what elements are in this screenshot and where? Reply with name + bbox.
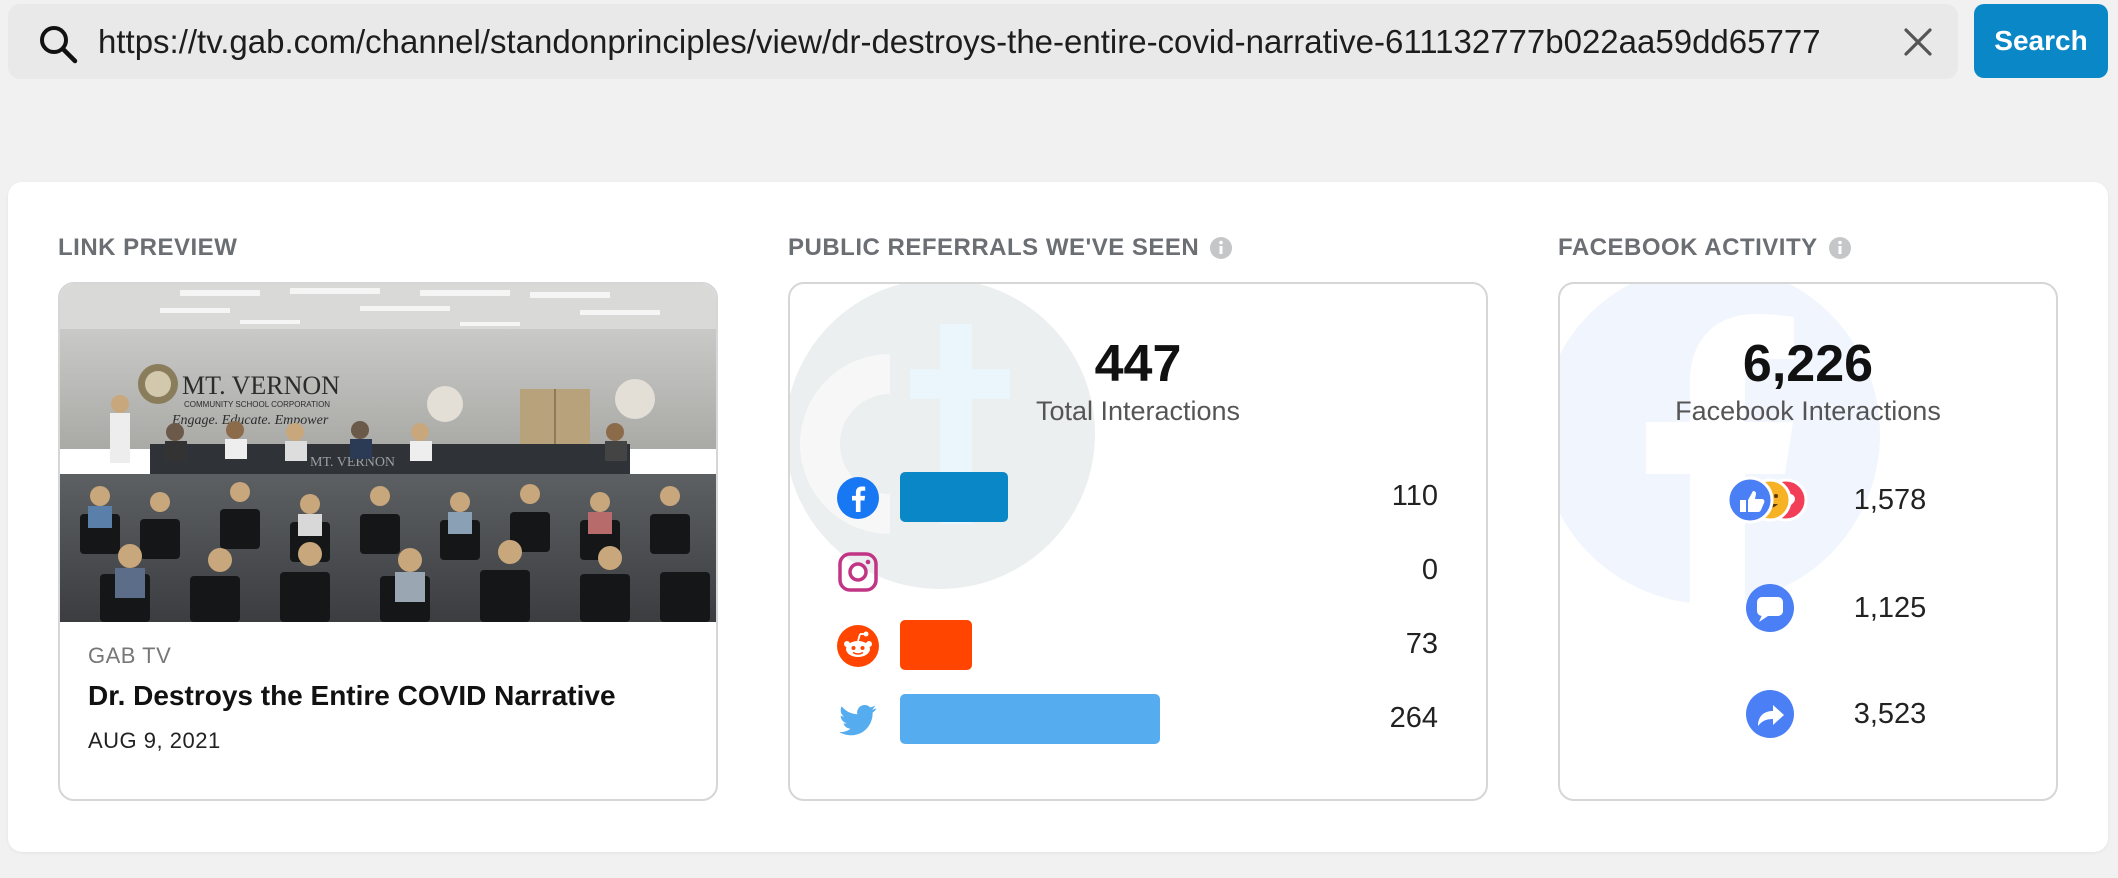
- search-icon: [40, 26, 78, 64]
- referrals-heading: PUBLIC REFERRALS WE'VE SEEN: [788, 234, 1233, 262]
- results-card: LINK PREVIEW MT. VERNON COMMUNITY SCHOOL…: [8, 182, 2108, 852]
- info-icon[interactable]: [1828, 236, 1852, 260]
- total-interactions-label: Total Interactions: [1035, 396, 1241, 426]
- reactions-icon: [1726, 476, 1808, 524]
- referral-row-twitter[interactable]: 264: [836, 694, 1456, 744]
- comment-icon: [1746, 584, 1794, 632]
- link-preview-heading-label: LINK PREVIEW: [58, 234, 238, 261]
- close-icon[interactable]: [1900, 24, 1936, 60]
- facebook-shares-value: 3,523: [1853, 698, 1927, 730]
- link-title[interactable]: Dr. Destroys the Entire COVID Narrative: [88, 680, 616, 712]
- search-button[interactable]: Search: [1974, 4, 2108, 78]
- video-thumbnail[interactable]: MT. VERNON COMMUNITY SCHOOL CORPORATION …: [60, 284, 716, 622]
- link-date: AUG 9, 2021: [88, 728, 221, 753]
- meeting-room-image: MT. VERNON COMMUNITY SCHOOL CORPORATION …: [60, 284, 716, 622]
- thumbnail-brand-text: MT. VERNON: [182, 371, 340, 400]
- share-icon: [1746, 690, 1794, 738]
- referral-value-instagram: 0: [1421, 554, 1438, 586]
- facebook-activity-card: 6,226 Facebook Interactions 1,578 1,125: [1558, 282, 2058, 801]
- referral-bar-facebook: [900, 472, 1008, 522]
- referral-value-facebook: 110: [1391, 480, 1438, 512]
- referral-value-twitter: 264: [1389, 702, 1438, 734]
- referral-value-reddit: 73: [1405, 628, 1438, 660]
- thumbnail-tagline-text: Engage. Educate. Empower: [171, 413, 329, 428]
- referral-bar-twitter: [900, 694, 1160, 744]
- reddit-icon: [837, 625, 879, 667]
- facebook-row-reactions[interactable]: 1,578: [1560, 474, 2056, 526]
- link-source: GAB TV: [88, 643, 172, 668]
- referrals-heading-label: PUBLIC REFERRALS WE'VE SEEN: [788, 234, 1200, 261]
- instagram-icon: [838, 552, 878, 592]
- facebook-activity-heading: FACEBOOK ACTIVITY: [1558, 234, 1852, 262]
- facebook-row-shares[interactable]: 3,523: [1560, 688, 2056, 740]
- url-input[interactable]: [98, 4, 1858, 79]
- facebook-reactions-value: 1,578: [1853, 484, 1927, 516]
- referral-row-facebook[interactable]: 110: [836, 472, 1456, 522]
- twitter-icon: [839, 705, 877, 736]
- facebook-comments-value: 1,125: [1853, 592, 1927, 624]
- link-preview-card[interactable]: MT. VERNON COMMUNITY SCHOOL CORPORATION …: [58, 282, 718, 801]
- facebook-interactions-label: Facebook Interactions: [1675, 396, 1941, 426]
- facebook-icon: [837, 477, 879, 519]
- facebook-interactions-value: 6,226: [1742, 335, 1874, 393]
- referrals-card: 447 Total Interactions 110 0 73 264: [788, 282, 1488, 801]
- thumbnail-subbrand-text: COMMUNITY SCHOOL CORPORATION: [184, 400, 330, 409]
- facebook-row-comments[interactable]: 1,125: [1560, 582, 2056, 634]
- info-icon[interactable]: [1209, 236, 1233, 260]
- facebook-activity-heading-label: FACEBOOK ACTIVITY: [1558, 234, 1818, 261]
- referral-row-reddit[interactable]: 73: [836, 620, 1456, 670]
- link-preview-heading: LINK PREVIEW: [58, 234, 237, 262]
- referral-row-instagram[interactable]: 0: [836, 546, 1456, 596]
- total-interactions-value: 447: [1094, 335, 1182, 393]
- url-search-bar: [8, 4, 1958, 79]
- facebook-watermark-icon: [1560, 284, 1880, 614]
- referral-bar-reddit: [900, 620, 972, 670]
